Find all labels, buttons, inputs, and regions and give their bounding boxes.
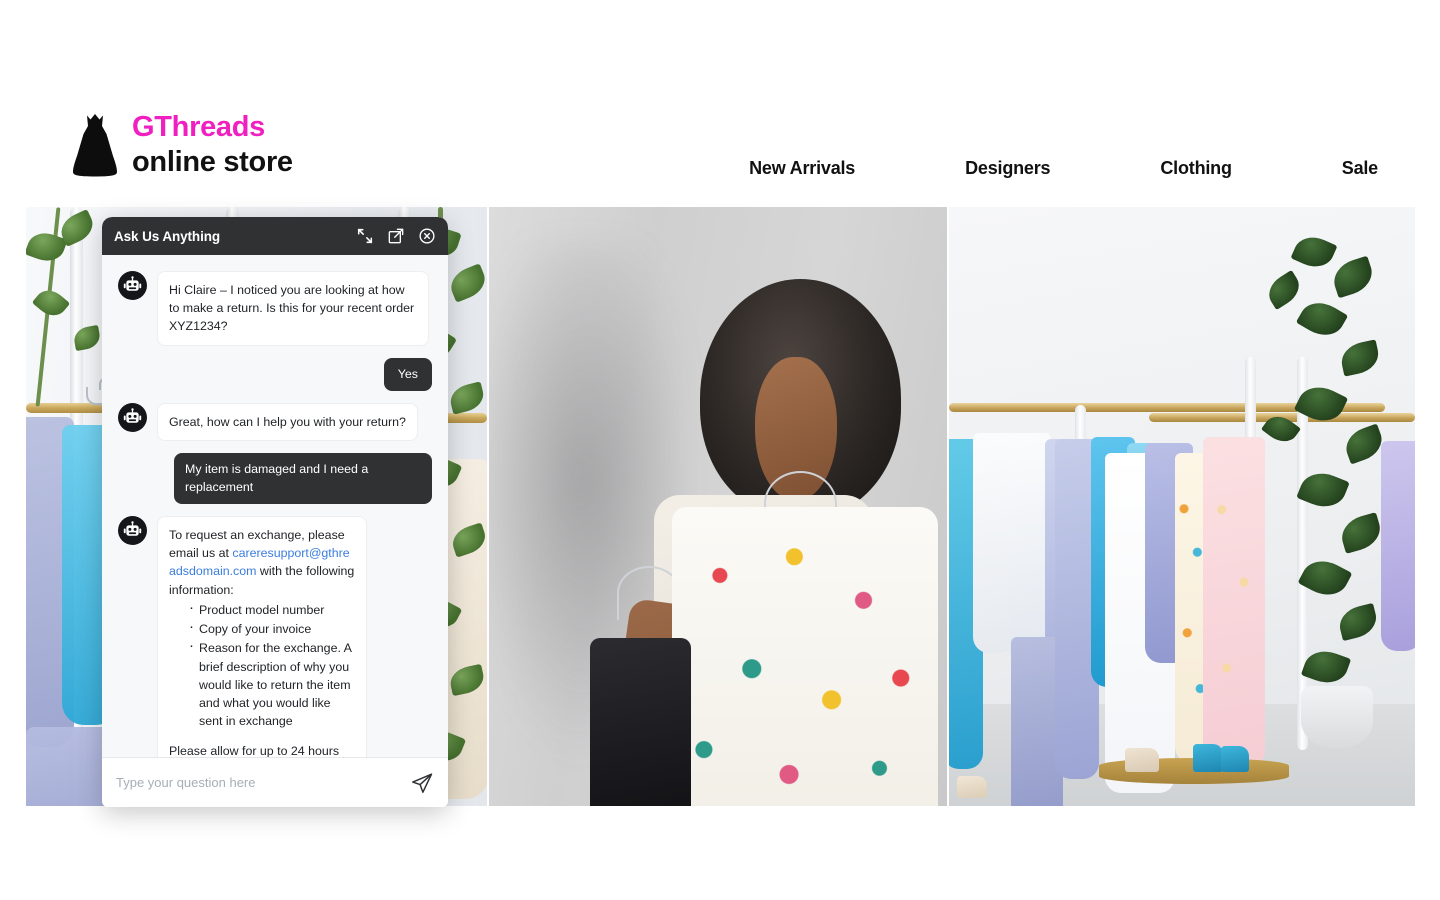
chat-input-bar bbox=[102, 757, 448, 807]
chat-bubble-exchange-instructions: To request an exchange, please email us … bbox=[157, 516, 367, 757]
chat-header-actions bbox=[356, 227, 436, 245]
hero-panel-model-floral-dress[interactable] bbox=[489, 207, 947, 806]
panel2-floral-dress bbox=[672, 506, 938, 806]
page-root: GThreads online store New Arrivals Desig… bbox=[0, 0, 1440, 900]
nav-item-new-arrivals[interactable]: New Arrivals bbox=[749, 158, 855, 179]
chat-bubble-text: Hi Claire – I noticed you are looking at… bbox=[157, 271, 429, 346]
robot-glyph bbox=[123, 276, 142, 291]
chat-bubble-text: My item is damaged and I need a replacem… bbox=[174, 453, 432, 505]
list-item: Reason for the exchange. A brief descrip… bbox=[189, 637, 355, 730]
chat-title: Ask Us Anything bbox=[114, 228, 221, 244]
list-item: Copy of your invoice bbox=[189, 618, 355, 638]
chat-question-input[interactable] bbox=[116, 775, 410, 790]
brand-logo[interactable]: GThreads online store bbox=[72, 112, 293, 178]
exchange-closing-note: Please allow for up to 24 hours for a re… bbox=[169, 743, 340, 757]
main-navigation: New Arrivals Designers Clothing Sale bbox=[749, 158, 1378, 179]
close-icon[interactable] bbox=[418, 227, 436, 245]
chat-widget: Ask Us Anything Hi Claire – I noticed yo… bbox=[102, 217, 448, 807]
chat-bubble-text: Great, how can I help you with your retu… bbox=[157, 403, 418, 442]
send-button[interactable] bbox=[410, 771, 434, 795]
exchange-requirements-list: Product model number Copy of your invoic… bbox=[169, 599, 355, 731]
chat-message-user-2: My item is damaged and I need a replacem… bbox=[118, 453, 432, 505]
nav-item-designers[interactable]: Designers bbox=[965, 158, 1050, 179]
chat-header: Ask Us Anything bbox=[102, 217, 448, 255]
robot-icon bbox=[118, 271, 147, 300]
popout-icon[interactable] bbox=[387, 227, 405, 245]
list-item: Product model number bbox=[189, 599, 355, 619]
chat-message-bot-2: Great, how can I help you with your retu… bbox=[118, 403, 432, 442]
expand-icon[interactable] bbox=[356, 227, 374, 245]
brand-name-primary: GThreads bbox=[132, 111, 265, 143]
robot-icon bbox=[118, 403, 147, 433]
panel2-black-slip-dress bbox=[589, 638, 691, 806]
dress-icon bbox=[73, 114, 117, 177]
chat-message-list: Hi Claire – I noticed you are looking at… bbox=[102, 255, 448, 757]
nav-item-clothing[interactable]: Clothing bbox=[1160, 158, 1232, 179]
robot-glyph bbox=[123, 521, 142, 536]
robot-glyph bbox=[123, 408, 142, 423]
brand-name-secondary: online store bbox=[132, 146, 293, 178]
chat-bubble-text: Yes bbox=[383, 357, 432, 392]
chat-message-bot-1: Hi Claire – I noticed you are looking at… bbox=[118, 271, 432, 346]
hero-panel-boutique-rack[interactable] bbox=[949, 207, 1415, 806]
send-paper-plane-icon bbox=[412, 772, 433, 793]
robot-icon bbox=[118, 516, 147, 546]
site-header: GThreads online store New Arrivals Desig… bbox=[0, 0, 1440, 207]
chat-message-bot-3: To request an exchange, please email us … bbox=[118, 516, 432, 757]
chat-message-user-1: Yes bbox=[118, 357, 432, 392]
nav-item-sale[interactable]: Sale bbox=[1342, 158, 1378, 179]
